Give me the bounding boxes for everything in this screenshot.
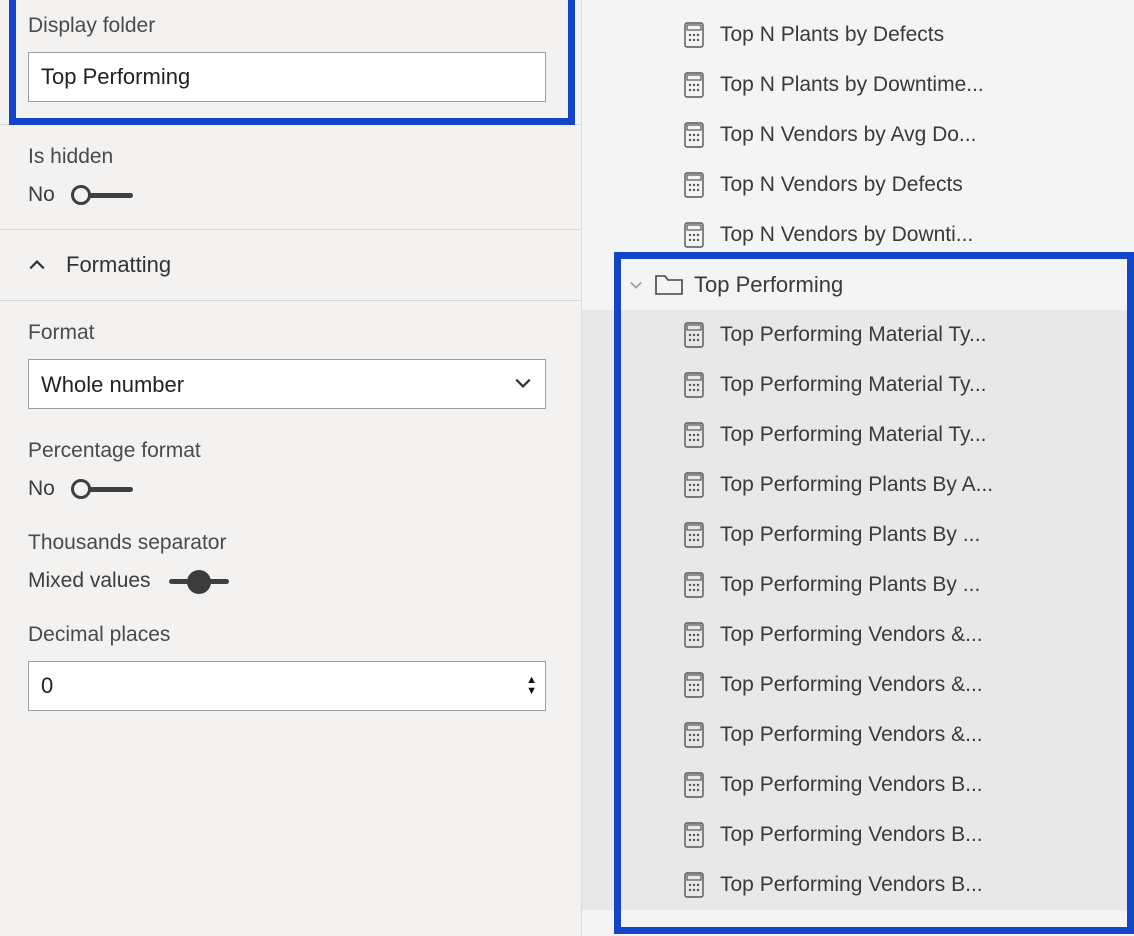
display-folder-label: Display folder: [28, 14, 553, 38]
measure-icon: [682, 21, 706, 49]
measure-label: Top Performing Vendors &...: [720, 623, 983, 647]
formatting-section-header[interactable]: Formatting: [0, 230, 581, 301]
measure-icon: [682, 521, 706, 549]
measure-label: Top Performing Plants By ...: [720, 573, 980, 597]
measure-label: Top Performing Plants By ...: [720, 523, 980, 547]
measure-item[interactable]: Top Performing Material Ty...: [582, 310, 1134, 360]
measure-icon: [682, 871, 706, 899]
decimal-places-spinner[interactable]: 0 ▲▼: [28, 661, 546, 711]
percentage-format-toggle[interactable]: [73, 478, 138, 500]
measure-icon: [682, 221, 706, 249]
measure-label: Top Performing Vendors &...: [720, 723, 983, 747]
decimal-places-label: Decimal places: [28, 623, 553, 647]
measure-icon: [682, 471, 706, 499]
measure-icon: [682, 171, 706, 199]
chevron-up-icon: [28, 256, 46, 274]
folder-name: Top Performing: [694, 272, 843, 298]
measure-icon: [682, 371, 706, 399]
fields-pane: Top N Plants by Defects Top N Plants by D…: [582, 0, 1134, 936]
measure-label: Top Performing Vendors &...: [720, 673, 983, 697]
measure-item[interactable]: Top Performing Plants By ...: [582, 510, 1134, 560]
folder-children: Top Performing Material Ty... Top Perform…: [582, 310, 1134, 910]
measure-label: Top Performing Material Ty...: [720, 323, 987, 347]
measure-item[interactable]: Top Performing Material Ty...: [582, 410, 1134, 460]
measure-label: Top N Plants by Defects: [720, 23, 944, 47]
measure-icon: [682, 321, 706, 349]
display-folder-input[interactable]: [28, 52, 546, 102]
thousands-separator-toggle[interactable]: [169, 570, 234, 592]
measure-item[interactable]: Top Performing Vendors B...: [582, 760, 1134, 810]
decimal-places-block: Decimal places 0 ▲▼: [28, 623, 553, 711]
measure-label: Top Performing Plants By A...: [720, 473, 993, 497]
decimal-places-value: 0: [41, 673, 53, 699]
measure-icon: [682, 421, 706, 449]
format-block: Format Whole number: [28, 321, 553, 409]
chevron-down-icon: [626, 275, 646, 295]
measure-item[interactable]: Top N Plants by Downtime...: [582, 60, 1134, 110]
measure-icon: [682, 121, 706, 149]
measure-item[interactable]: Top Performing Vendors B...: [582, 810, 1134, 860]
measure-item[interactable]: Top Performing Material Ty...: [582, 360, 1134, 410]
measure-label: Top N Vendors by Avg Do...: [720, 123, 976, 147]
properties-pane: Display folder Is hidden No Formatting F…: [0, 0, 582, 936]
thousands-separator-value: Mixed values: [28, 569, 151, 593]
folder-icon: [654, 272, 684, 298]
format-label: Format: [28, 321, 553, 345]
measure-label: Top Performing Vendors B...: [720, 873, 983, 897]
measure-label: Top Performing Vendors B...: [720, 823, 983, 847]
measure-item[interactable]: Top N Plants by Defects: [582, 10, 1134, 60]
measure-icon: [682, 571, 706, 599]
spinner-arrows-icon[interactable]: ▲▼: [526, 676, 537, 696]
measure-label: Top N Vendors by Defects: [720, 173, 963, 197]
is-hidden-toggle[interactable]: [73, 184, 138, 206]
measure-icon: [682, 821, 706, 849]
measure-item[interactable]: Top Performing Vendors &...: [582, 660, 1134, 710]
measure-icon: [682, 671, 706, 699]
formatting-title: Formatting: [66, 252, 171, 278]
formatting-body: Format Whole number Percentage format No: [0, 301, 581, 751]
measure-label: Top N Vendors by Downti...: [720, 223, 973, 247]
measure-icon: [682, 721, 706, 749]
measure-item[interactable]: Top N Vendors by Downti...: [582, 210, 1134, 260]
measure-item[interactable]: Top Performing Vendors &...: [582, 710, 1134, 760]
measure-item[interactable]: Top Performing Plants By ...: [582, 560, 1134, 610]
measure-icon: [682, 621, 706, 649]
thousands-separator-block: Thousands separator Mixed values: [28, 531, 553, 593]
measure-icon: [682, 771, 706, 799]
measure-item[interactable]: Top Performing Vendors B...: [582, 860, 1134, 910]
display-folder-block: Display folder: [0, 0, 581, 125]
percentage-format-label: Percentage format: [28, 439, 553, 463]
format-select[interactable]: Whole number: [28, 359, 546, 409]
measure-item[interactable]: Top N Vendors by Avg Do...: [582, 110, 1134, 160]
measure-item[interactable]: Top Performing Vendors &...: [582, 610, 1134, 660]
measure-item[interactable]: Top Performing Plants By A...: [582, 460, 1134, 510]
percentage-format-block: Percentage format No: [28, 439, 553, 501]
app-root: Display folder Is hidden No Formatting F…: [0, 0, 1134, 936]
measure-label: Top Performing Material Ty...: [720, 373, 987, 397]
thousands-separator-label: Thousands separator: [28, 531, 553, 555]
measure-icon: [682, 71, 706, 99]
measure-item[interactable]: Top N Vendors by Defects: [582, 160, 1134, 210]
measure-label: Top Performing Material Ty...: [720, 423, 987, 447]
percentage-format-value: No: [28, 477, 55, 501]
is-hidden-label: Is hidden: [28, 145, 553, 169]
measure-label: Top N Plants by Downtime...: [720, 73, 984, 97]
is-hidden-block: Is hidden No: [0, 125, 581, 230]
measure-label: Top Performing Vendors B...: [720, 773, 983, 797]
folder-row[interactable]: Top Performing: [582, 260, 1134, 310]
is-hidden-value: No: [28, 183, 55, 207]
